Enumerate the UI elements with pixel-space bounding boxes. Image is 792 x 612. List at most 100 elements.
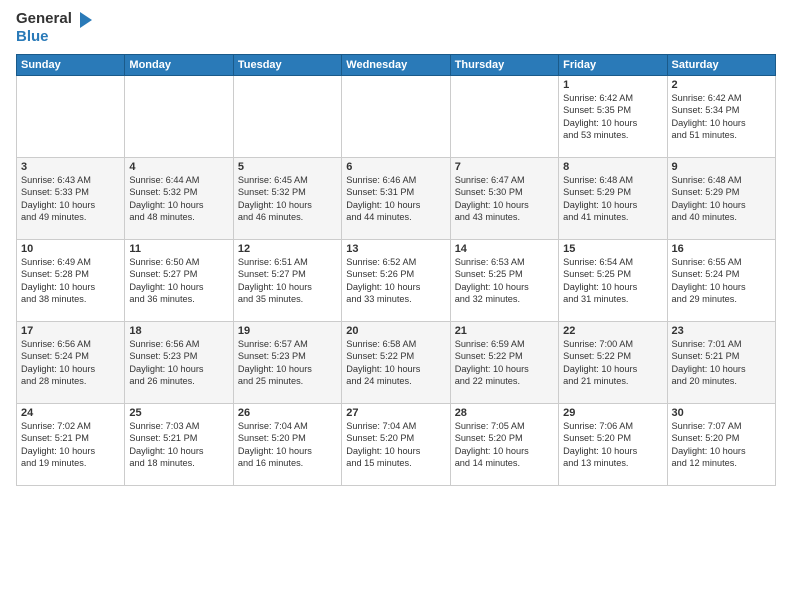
day-number: 12 (238, 243, 337, 255)
day-number: 27 (346, 407, 445, 419)
day-number: 10 (21, 243, 120, 255)
day-info: Sunrise: 6:44 AMSunset: 5:32 PMDaylight:… (129, 174, 228, 224)
day-number: 20 (346, 325, 445, 337)
day-info: Sunrise: 6:51 AMSunset: 5:27 PMDaylight:… (238, 256, 337, 306)
day-cell-27: 27Sunrise: 7:04 AMSunset: 5:20 PMDayligh… (342, 404, 450, 486)
day-info: Sunrise: 6:53 AMSunset: 5:25 PMDaylight:… (455, 256, 554, 306)
day-cell-25: 25Sunrise: 7:03 AMSunset: 5:21 PMDayligh… (125, 404, 233, 486)
day-cell-21: 21Sunrise: 6:59 AMSunset: 5:22 PMDayligh… (450, 322, 558, 404)
day-number: 5 (238, 161, 337, 173)
day-cell-18: 18Sunrise: 6:56 AMSunset: 5:23 PMDayligh… (125, 322, 233, 404)
day-info: Sunrise: 6:59 AMSunset: 5:22 PMDaylight:… (455, 338, 554, 388)
day-number: 8 (563, 161, 662, 173)
logo: GeneralBlue General Blue (16, 10, 92, 46)
empty-cell (17, 76, 125, 158)
header: GeneralBlue General Blue (16, 10, 776, 46)
day-info: Sunrise: 6:52 AMSunset: 5:26 PMDaylight:… (346, 256, 445, 306)
day-cell-7: 7Sunrise: 6:47 AMSunset: 5:30 PMDaylight… (450, 158, 558, 240)
week-row-1: 1Sunrise: 6:42 AMSunset: 5:35 PMDaylight… (17, 76, 776, 158)
empty-cell (450, 76, 558, 158)
day-info: Sunrise: 6:48 AMSunset: 5:29 PMDaylight:… (563, 174, 662, 224)
week-row-5: 24Sunrise: 7:02 AMSunset: 5:21 PMDayligh… (17, 404, 776, 486)
day-number: 28 (455, 407, 554, 419)
weekday-header-monday: Monday (125, 55, 233, 76)
day-number: 30 (672, 407, 771, 419)
day-cell-9: 9Sunrise: 6:48 AMSunset: 5:29 PMDaylight… (667, 158, 775, 240)
day-info: Sunrise: 6:42 AMSunset: 5:34 PMDaylight:… (672, 92, 771, 142)
day-cell-6: 6Sunrise: 6:46 AMSunset: 5:31 PMDaylight… (342, 158, 450, 240)
day-cell-19: 19Sunrise: 6:57 AMSunset: 5:23 PMDayligh… (233, 322, 341, 404)
day-info: Sunrise: 7:00 AMSunset: 5:22 PMDaylight:… (563, 338, 662, 388)
day-number: 7 (455, 161, 554, 173)
day-number: 17 (21, 325, 120, 337)
day-cell-26: 26Sunrise: 7:04 AMSunset: 5:20 PMDayligh… (233, 404, 341, 486)
day-cell-11: 11Sunrise: 6:50 AMSunset: 5:27 PMDayligh… (125, 240, 233, 322)
day-number: 6 (346, 161, 445, 173)
day-number: 13 (346, 243, 445, 255)
day-cell-29: 29Sunrise: 7:06 AMSunset: 5:20 PMDayligh… (559, 404, 667, 486)
weekday-header-row: SundayMondayTuesdayWednesdayThursdayFrid… (17, 55, 776, 76)
day-cell-13: 13Sunrise: 6:52 AMSunset: 5:26 PMDayligh… (342, 240, 450, 322)
day-number: 15 (563, 243, 662, 255)
day-number: 29 (563, 407, 662, 419)
day-number: 18 (129, 325, 228, 337)
empty-cell (125, 76, 233, 158)
day-cell-15: 15Sunrise: 6:54 AMSunset: 5:25 PMDayligh… (559, 240, 667, 322)
week-row-4: 17Sunrise: 6:56 AMSunset: 5:24 PMDayligh… (17, 322, 776, 404)
day-number: 26 (238, 407, 337, 419)
day-number: 21 (455, 325, 554, 337)
day-number: 24 (21, 407, 120, 419)
day-info: Sunrise: 6:50 AMSunset: 5:27 PMDaylight:… (129, 256, 228, 306)
day-info: Sunrise: 6:58 AMSunset: 5:22 PMDaylight:… (346, 338, 445, 388)
day-number: 9 (672, 161, 771, 173)
empty-cell (233, 76, 341, 158)
day-number: 22 (563, 325, 662, 337)
day-cell-1: 1Sunrise: 6:42 AMSunset: 5:35 PMDaylight… (559, 76, 667, 158)
weekday-header-thursday: Thursday (450, 55, 558, 76)
day-info: Sunrise: 7:07 AMSunset: 5:20 PMDaylight:… (672, 420, 771, 470)
day-cell-22: 22Sunrise: 7:00 AMSunset: 5:22 PMDayligh… (559, 322, 667, 404)
day-cell-23: 23Sunrise: 7:01 AMSunset: 5:21 PMDayligh… (667, 322, 775, 404)
calendar: SundayMondayTuesdayWednesdayThursdayFrid… (16, 54, 776, 486)
day-info: Sunrise: 6:43 AMSunset: 5:33 PMDaylight:… (21, 174, 120, 224)
empty-cell (342, 76, 450, 158)
day-cell-16: 16Sunrise: 6:55 AMSunset: 5:24 PMDayligh… (667, 240, 775, 322)
day-number: 19 (238, 325, 337, 337)
day-cell-17: 17Sunrise: 6:56 AMSunset: 5:24 PMDayligh… (17, 322, 125, 404)
weekday-header-friday: Friday (559, 55, 667, 76)
day-cell-30: 30Sunrise: 7:07 AMSunset: 5:20 PMDayligh… (667, 404, 775, 486)
day-cell-8: 8Sunrise: 6:48 AMSunset: 5:29 PMDaylight… (559, 158, 667, 240)
day-info: Sunrise: 7:02 AMSunset: 5:21 PMDaylight:… (21, 420, 120, 470)
day-number: 3 (21, 161, 120, 173)
weekday-header-sunday: Sunday (17, 55, 125, 76)
day-info: Sunrise: 7:06 AMSunset: 5:20 PMDaylight:… (563, 420, 662, 470)
day-info: Sunrise: 6:49 AMSunset: 5:28 PMDaylight:… (21, 256, 120, 306)
day-number: 23 (672, 325, 771, 337)
weekday-header-wednesday: Wednesday (342, 55, 450, 76)
day-info: Sunrise: 6:45 AMSunset: 5:32 PMDaylight:… (238, 174, 337, 224)
day-number: 2 (672, 79, 771, 91)
day-info: Sunrise: 6:48 AMSunset: 5:29 PMDaylight:… (672, 174, 771, 224)
logo-text: GeneralBlue (16, 10, 92, 46)
day-info: Sunrise: 7:04 AMSunset: 5:20 PMDaylight:… (346, 420, 445, 470)
day-cell-3: 3Sunrise: 6:43 AMSunset: 5:33 PMDaylight… (17, 158, 125, 240)
week-row-3: 10Sunrise: 6:49 AMSunset: 5:28 PMDayligh… (17, 240, 776, 322)
day-cell-5: 5Sunrise: 6:45 AMSunset: 5:32 PMDaylight… (233, 158, 341, 240)
day-info: Sunrise: 6:54 AMSunset: 5:25 PMDaylight:… (563, 256, 662, 306)
day-info: Sunrise: 6:56 AMSunset: 5:24 PMDaylight:… (21, 338, 120, 388)
day-info: Sunrise: 6:46 AMSunset: 5:31 PMDaylight:… (346, 174, 445, 224)
weekday-header-saturday: Saturday (667, 55, 775, 76)
day-cell-2: 2Sunrise: 6:42 AMSunset: 5:34 PMDaylight… (667, 76, 775, 158)
day-info: Sunrise: 7:03 AMSunset: 5:21 PMDaylight:… (129, 420, 228, 470)
day-number: 4 (129, 161, 228, 173)
week-row-2: 3Sunrise: 6:43 AMSunset: 5:33 PMDaylight… (17, 158, 776, 240)
day-number: 25 (129, 407, 228, 419)
day-number: 11 (129, 243, 228, 255)
day-cell-4: 4Sunrise: 6:44 AMSunset: 5:32 PMDaylight… (125, 158, 233, 240)
day-number: 16 (672, 243, 771, 255)
day-info: Sunrise: 6:57 AMSunset: 5:23 PMDaylight:… (238, 338, 337, 388)
day-number: 1 (563, 79, 662, 91)
day-cell-24: 24Sunrise: 7:02 AMSunset: 5:21 PMDayligh… (17, 404, 125, 486)
day-info: Sunrise: 7:04 AMSunset: 5:20 PMDaylight:… (238, 420, 337, 470)
day-info: Sunrise: 6:42 AMSunset: 5:35 PMDaylight:… (563, 92, 662, 142)
